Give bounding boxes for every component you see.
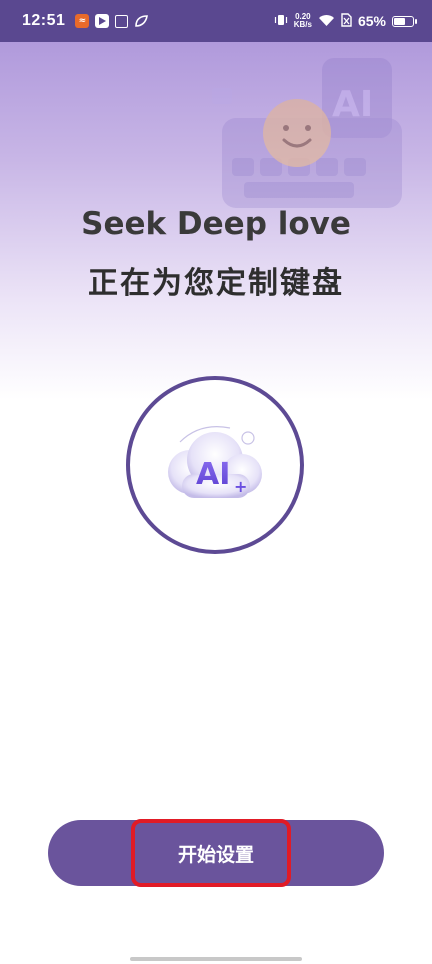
battery-percent: 65% — [357, 13, 386, 29]
leaf-app-icon — [134, 14, 149, 28]
vibrate-icon — [274, 12, 288, 31]
start-setup-button[interactable]: 开始设置 — [48, 820, 384, 886]
net-speed: 0.20 KB/s — [294, 13, 312, 29]
start-setup-label: 开始设置 — [177, 843, 254, 866]
title-chinese: 正在为您定制键盘 — [88, 266, 344, 301]
svg-text:+: + — [234, 477, 247, 496]
no-sim-icon — [341, 12, 352, 31]
ai-cloud-icon: AI + — [168, 426, 262, 498]
battery-icon — [392, 15, 417, 27]
battery-fill — [394, 17, 405, 25]
keyboard-illustration: AI — [212, 58, 402, 208]
net-speed-unit: KB/s — [293, 20, 312, 29]
box-app-icon — [115, 14, 129, 28]
status-time: 12:51 — [22, 12, 66, 29]
app-screen: 12:51 ≈ 0.20 KB/s 65% AI Seek Deep love … — [0, 0, 432, 964]
status-left: 12:51 ≈ — [22, 12, 149, 30]
title-english: Seek Deep love — [81, 206, 351, 242]
svg-text:AI: AI — [332, 84, 373, 125]
status-right: 0.20 KB/s 65% — [274, 12, 417, 31]
home-indicator — [130, 957, 302, 961]
xiaohongshu-like-icon: ≈ — [75, 14, 90, 28]
video-play-icon — [95, 14, 110, 28]
ai-logo-circle: AI + — [126, 376, 304, 554]
status-bar: 12:51 ≈ 0.20 KB/s 65% — [0, 0, 432, 42]
wifi-icon — [318, 12, 335, 31]
ai-logo-text: AI — [196, 457, 230, 492]
